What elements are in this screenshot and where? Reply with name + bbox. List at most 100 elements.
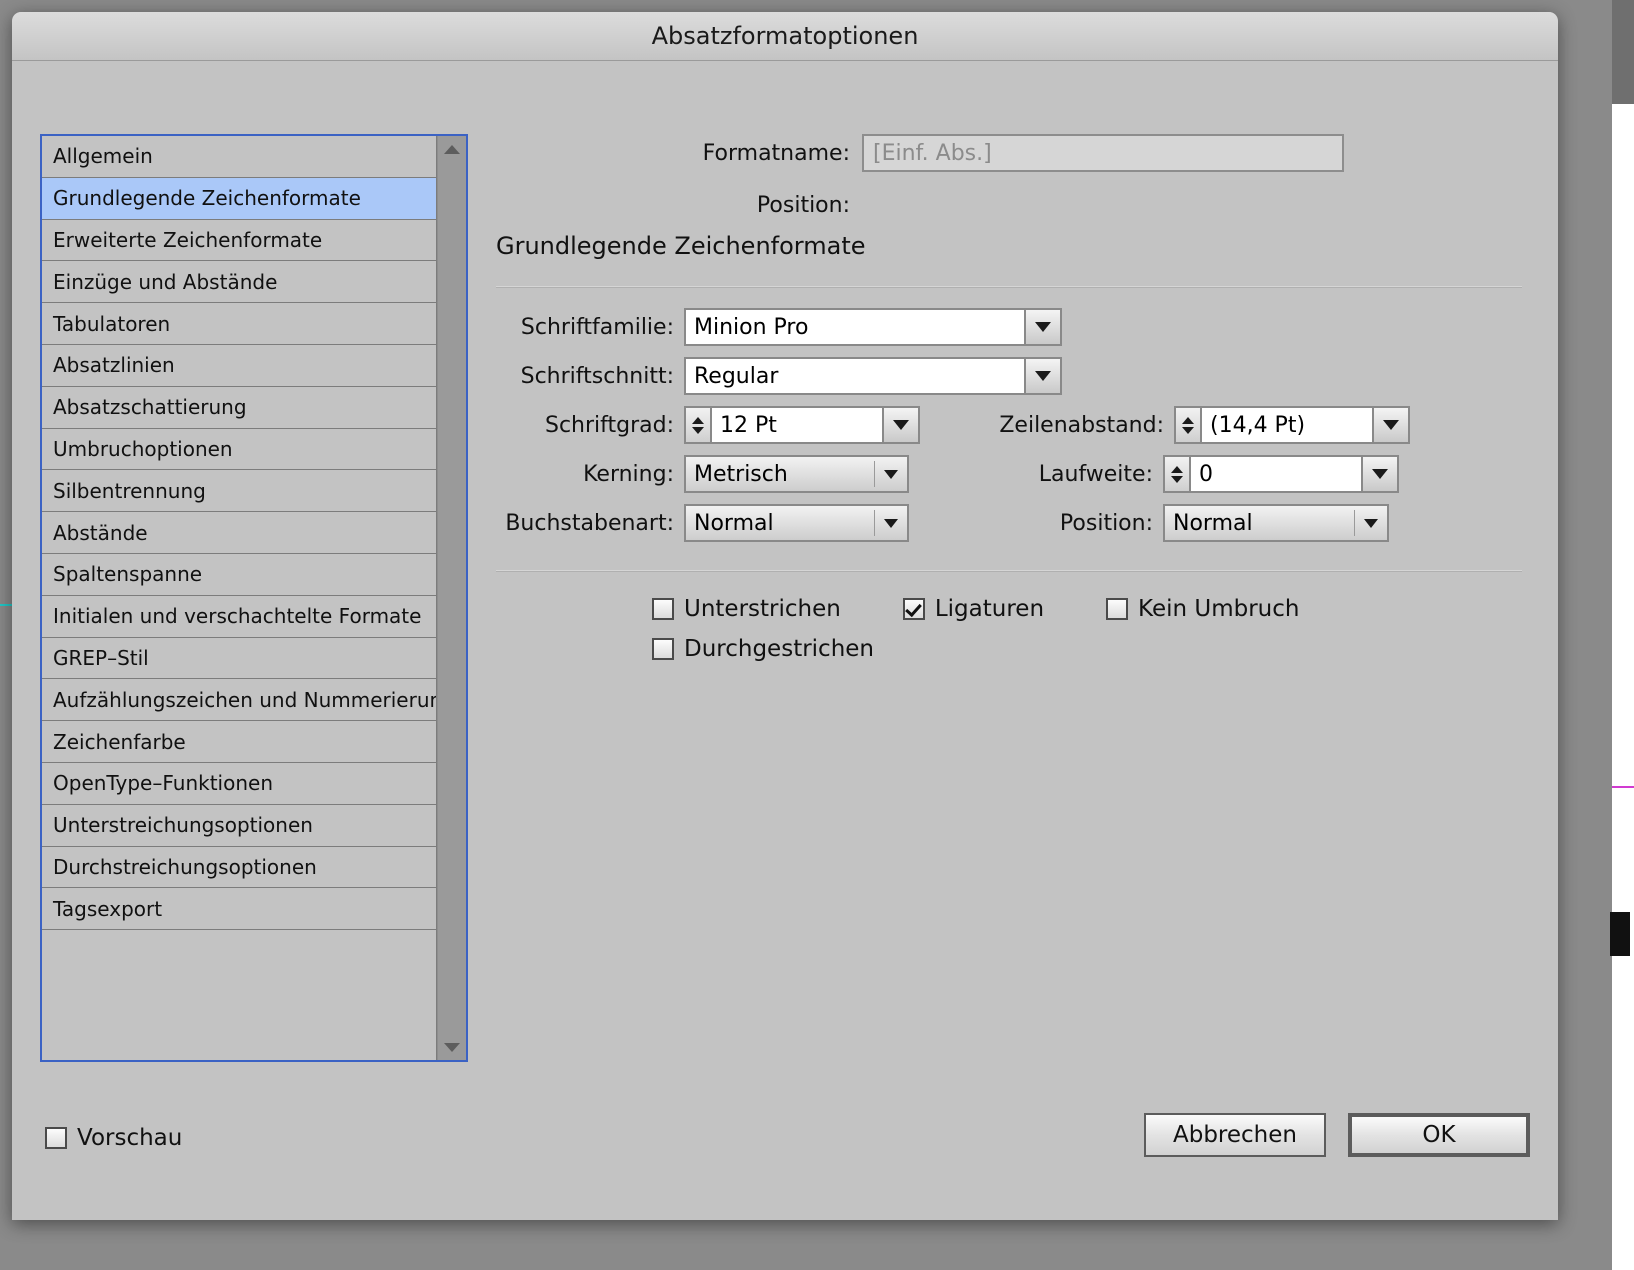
font-family-input[interactable]: Minion Pro xyxy=(684,308,1024,346)
no-break-label: Kein Umbruch xyxy=(1138,596,1299,622)
category-list-item[interactable]: Grundlegende Zeichenformate xyxy=(42,178,436,220)
format-name-row: Formatname: [Einf. Abs.] xyxy=(682,134,1540,172)
character-position-dropdown-arrow[interactable] xyxy=(1355,519,1387,528)
category-list-pane: AllgemeinGrundlegende Zeichenformate Erwe… xyxy=(40,134,468,1062)
category-list-item[interactable]: Einzüge und Abstände xyxy=(42,261,436,303)
case-dropdown-arrow[interactable] xyxy=(875,519,907,528)
category-list-scrollbar[interactable] xyxy=(437,136,466,1060)
toggle-row-2: Durchgestrichen xyxy=(652,636,1540,662)
leading-input[interactable]: (14,4 Pt) xyxy=(1200,406,1372,444)
options-panel: Formatname: [Einf. Abs.] Position: Grund… xyxy=(482,134,1540,676)
format-name-label: Formatname: xyxy=(682,141,862,166)
leading-dropdown-button[interactable] xyxy=(1372,406,1410,444)
font-style-label: Schriftschnitt: xyxy=(496,364,684,389)
font-family-dropdown-button[interactable] xyxy=(1024,308,1062,346)
kerning-dropdown-arrow[interactable] xyxy=(875,470,907,479)
tracking-input[interactable]: 0 xyxy=(1189,455,1361,493)
strikethrough-label: Durchgestrichen xyxy=(684,636,874,662)
font-style-input[interactable]: Regular xyxy=(684,357,1024,395)
strikethrough-checkbox[interactable] xyxy=(652,638,674,660)
category-list-item[interactable]: Unterstreichungsoptionen xyxy=(42,805,436,847)
underline-checkbox-item[interactable]: Unterstrichen xyxy=(652,596,841,622)
background-document-text xyxy=(1610,912,1630,956)
ligatures-checkbox-item[interactable]: Ligaturen xyxy=(903,596,1044,622)
category-list-item-label: Tagsexport xyxy=(53,897,162,921)
chevron-down-icon xyxy=(893,420,909,430)
category-list-item-label: Silbentrennung xyxy=(53,479,206,503)
dialog-buttons: Abbrechen OK xyxy=(1144,1113,1530,1157)
leading-stepper[interactable] xyxy=(1174,406,1200,444)
ligatures-label: Ligaturen xyxy=(935,596,1044,622)
tracking-dropdown-button[interactable] xyxy=(1361,455,1399,493)
kerning-field-group: Kerning: Metrisch xyxy=(496,455,909,493)
font-size-stepper[interactable] xyxy=(684,406,710,444)
stepper-down-icon xyxy=(692,427,704,434)
preview-label: Vorschau xyxy=(77,1125,182,1151)
stepper-up-icon xyxy=(1171,466,1183,473)
position-field-group: Position: Normal xyxy=(1001,504,1389,542)
stepper-down-icon xyxy=(1182,427,1194,434)
character-position-select[interactable]: Normal xyxy=(1163,504,1389,542)
cancel-button[interactable]: Abbrechen xyxy=(1144,1113,1326,1157)
preview-checkbox-item[interactable]: Vorschau xyxy=(45,1125,182,1151)
chevron-down-icon xyxy=(1383,420,1399,430)
case-position-row: Buchstabenart: Normal Position: Normal xyxy=(496,504,1540,542)
category-list-item[interactable]: Aufzählungszeichen und Nummerierung xyxy=(42,679,436,721)
kerning-label: Kerning: xyxy=(496,462,684,487)
category-list-item[interactable]: Tabulatoren xyxy=(42,303,436,345)
category-list-item[interactable]: Initialen und verschachtelte Formate xyxy=(42,596,436,638)
kerning-tracking-row: Kerning: Metrisch Laufweite: xyxy=(496,455,1540,493)
font-family-label: Schriftfamilie: xyxy=(496,315,684,340)
chevron-down-icon xyxy=(1035,371,1051,381)
preview-checkbox[interactable] xyxy=(45,1127,67,1149)
category-list-item[interactable]: Tagsexport xyxy=(42,888,436,930)
chevron-down-icon xyxy=(1372,469,1388,479)
category-list-item[interactable]: Umbruchoptionen xyxy=(42,429,436,471)
no-break-checkbox[interactable] xyxy=(1106,598,1128,620)
category-list-item-label: Tabulatoren xyxy=(53,312,170,336)
font-size-input[interactable]: 12 Pt xyxy=(710,406,882,444)
background-margin-guide xyxy=(1612,786,1634,788)
divider-top xyxy=(496,286,1522,288)
font-family-row: Schriftfamilie: Minion Pro xyxy=(496,308,1540,346)
chevron-down-icon xyxy=(884,519,898,528)
category-list-item[interactable]: Absatzlinien xyxy=(42,345,436,387)
category-list-item[interactable]: Abstände xyxy=(42,512,436,554)
scroll-down-arrow-icon[interactable] xyxy=(438,1034,466,1060)
category-list-item[interactable]: Durchstreichungsoptionen xyxy=(42,847,436,889)
category-list-item[interactable]: Absatzschattierung xyxy=(42,387,436,429)
size-leading-row: Schriftgrad: 12 Pt Zeilenabstand: xyxy=(496,406,1540,444)
font-size-dropdown-button[interactable] xyxy=(882,406,920,444)
leading-field-group: Zeilenabstand: (14,4 Pt) xyxy=(964,406,1410,444)
paragraph-style-options-dialog: Absatzformatoptionen AllgemeinGrundlegen… xyxy=(12,12,1558,1220)
case-select[interactable]: Normal xyxy=(684,504,909,542)
ok-button[interactable]: OK xyxy=(1348,1113,1530,1157)
category-list-item[interactable]: Silbentrennung xyxy=(42,470,436,512)
category-list[interactable]: AllgemeinGrundlegende Zeichenformate Erwe… xyxy=(42,136,437,1060)
category-list-item[interactable]: Allgemein xyxy=(42,136,436,178)
category-list-item-label: Erweiterte Zeichenformate xyxy=(53,228,322,252)
category-list-empty-space xyxy=(42,930,436,1050)
category-list-item-label: Abstände xyxy=(53,521,148,545)
stepper-up-icon xyxy=(1182,417,1194,424)
kerning-select[interactable]: Metrisch xyxy=(684,455,909,493)
dialog-titlebar[interactable]: Absatzformatoptionen xyxy=(12,12,1558,61)
category-list-item[interactable]: Erweiterte Zeichenformate xyxy=(42,220,436,262)
category-list-item[interactable]: OpenType–Funktionen xyxy=(42,763,436,805)
font-style-dropdown-button[interactable] xyxy=(1024,357,1062,395)
format-name-input[interactable]: [Einf. Abs.] xyxy=(862,134,1344,172)
tracking-stepper[interactable] xyxy=(1163,455,1189,493)
strikethrough-checkbox-item[interactable]: Durchgestrichen xyxy=(652,636,874,662)
section-heading: Grundlegende Zeichenformate xyxy=(496,232,1540,260)
underline-checkbox[interactable] xyxy=(652,598,674,620)
no-break-checkbox-item[interactable]: Kein Umbruch xyxy=(1106,596,1299,622)
chevron-down-icon xyxy=(1364,519,1378,528)
underline-label: Unterstrichen xyxy=(684,596,841,622)
ligatures-checkbox[interactable] xyxy=(903,598,925,620)
scroll-up-arrow-icon[interactable] xyxy=(438,136,466,162)
category-list-item[interactable]: Spaltenspanne xyxy=(42,554,436,596)
position-row: Position: xyxy=(682,193,1540,218)
stepper-down-icon xyxy=(1171,476,1183,483)
category-list-item[interactable]: GREP–Stil xyxy=(42,638,436,680)
category-list-item[interactable]: Zeichenfarbe xyxy=(42,721,436,763)
